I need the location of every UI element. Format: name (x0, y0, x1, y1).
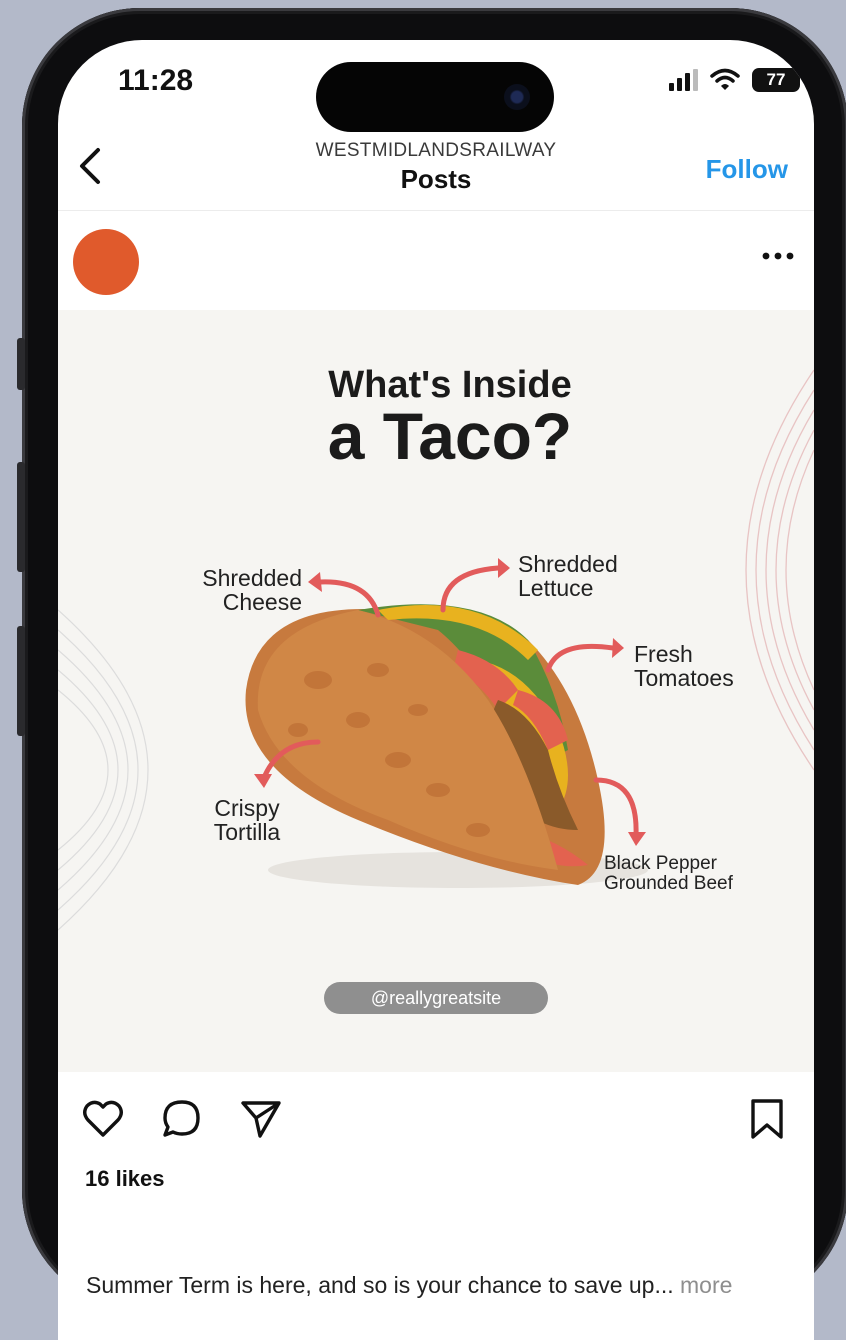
follow-button[interactable]: Follow (706, 154, 788, 185)
label-black-pepper-beef: Black Pepper Grounded Beef (604, 853, 733, 894)
caption-text: Summer Term is here, and so is your chan… (86, 1272, 674, 1298)
camera-icon (504, 84, 530, 110)
more-horizontal-icon[interactable] (758, 246, 798, 266)
image-handle-badge: @reallygreatsite (324, 982, 548, 1014)
page-title: Posts (400, 164, 472, 194)
comment-icon[interactable] (159, 1096, 205, 1142)
post-image[interactable]: What's Inside a Taco? Shredded Cheese Sh… (58, 310, 814, 1072)
app-screen: 11:28 77 WESTMIDLANDSRAILWAY Posts Follo… (58, 40, 814, 1340)
top-navigation: WESTMIDLANDSRAILWAY Posts Follow (58, 136, 814, 210)
label-shredded-lettuce: Shredded Lettuce (518, 551, 618, 601)
volume-up-button (17, 462, 25, 572)
caption-more-link[interactable]: more (680, 1272, 732, 1298)
heart-icon[interactable] (80, 1096, 126, 1142)
post-actions (58, 1092, 814, 1152)
status-time: 11:28 (118, 64, 194, 97)
likes-count[interactable]: 16 likes (85, 1166, 165, 1192)
post-caption: Summer Term is here, and so is your chan… (86, 1272, 732, 1299)
battery-indicator: 77 (752, 68, 800, 92)
header-divider (58, 210, 814, 211)
status-icons: 77 (669, 68, 800, 92)
account-name: WESTMIDLANDSRAILWAY (315, 140, 557, 161)
taco-illustration (245, 558, 648, 888)
dynamic-island (316, 62, 554, 132)
wifi-icon (710, 68, 740, 90)
signal-icon (669, 69, 698, 91)
label-fresh-tomatoes: Fresh Tomatoes (634, 641, 734, 691)
post-header (58, 212, 814, 310)
volume-down-button (17, 626, 25, 736)
avatar[interactable] (73, 229, 139, 295)
side-button (17, 338, 25, 390)
bookmark-icon[interactable] (744, 1096, 790, 1142)
send-icon[interactable] (238, 1096, 284, 1142)
label-crispy-tortilla: Crispy Tortilla (213, 795, 281, 845)
label-shredded-cheese: Shredded Cheese (202, 565, 302, 615)
